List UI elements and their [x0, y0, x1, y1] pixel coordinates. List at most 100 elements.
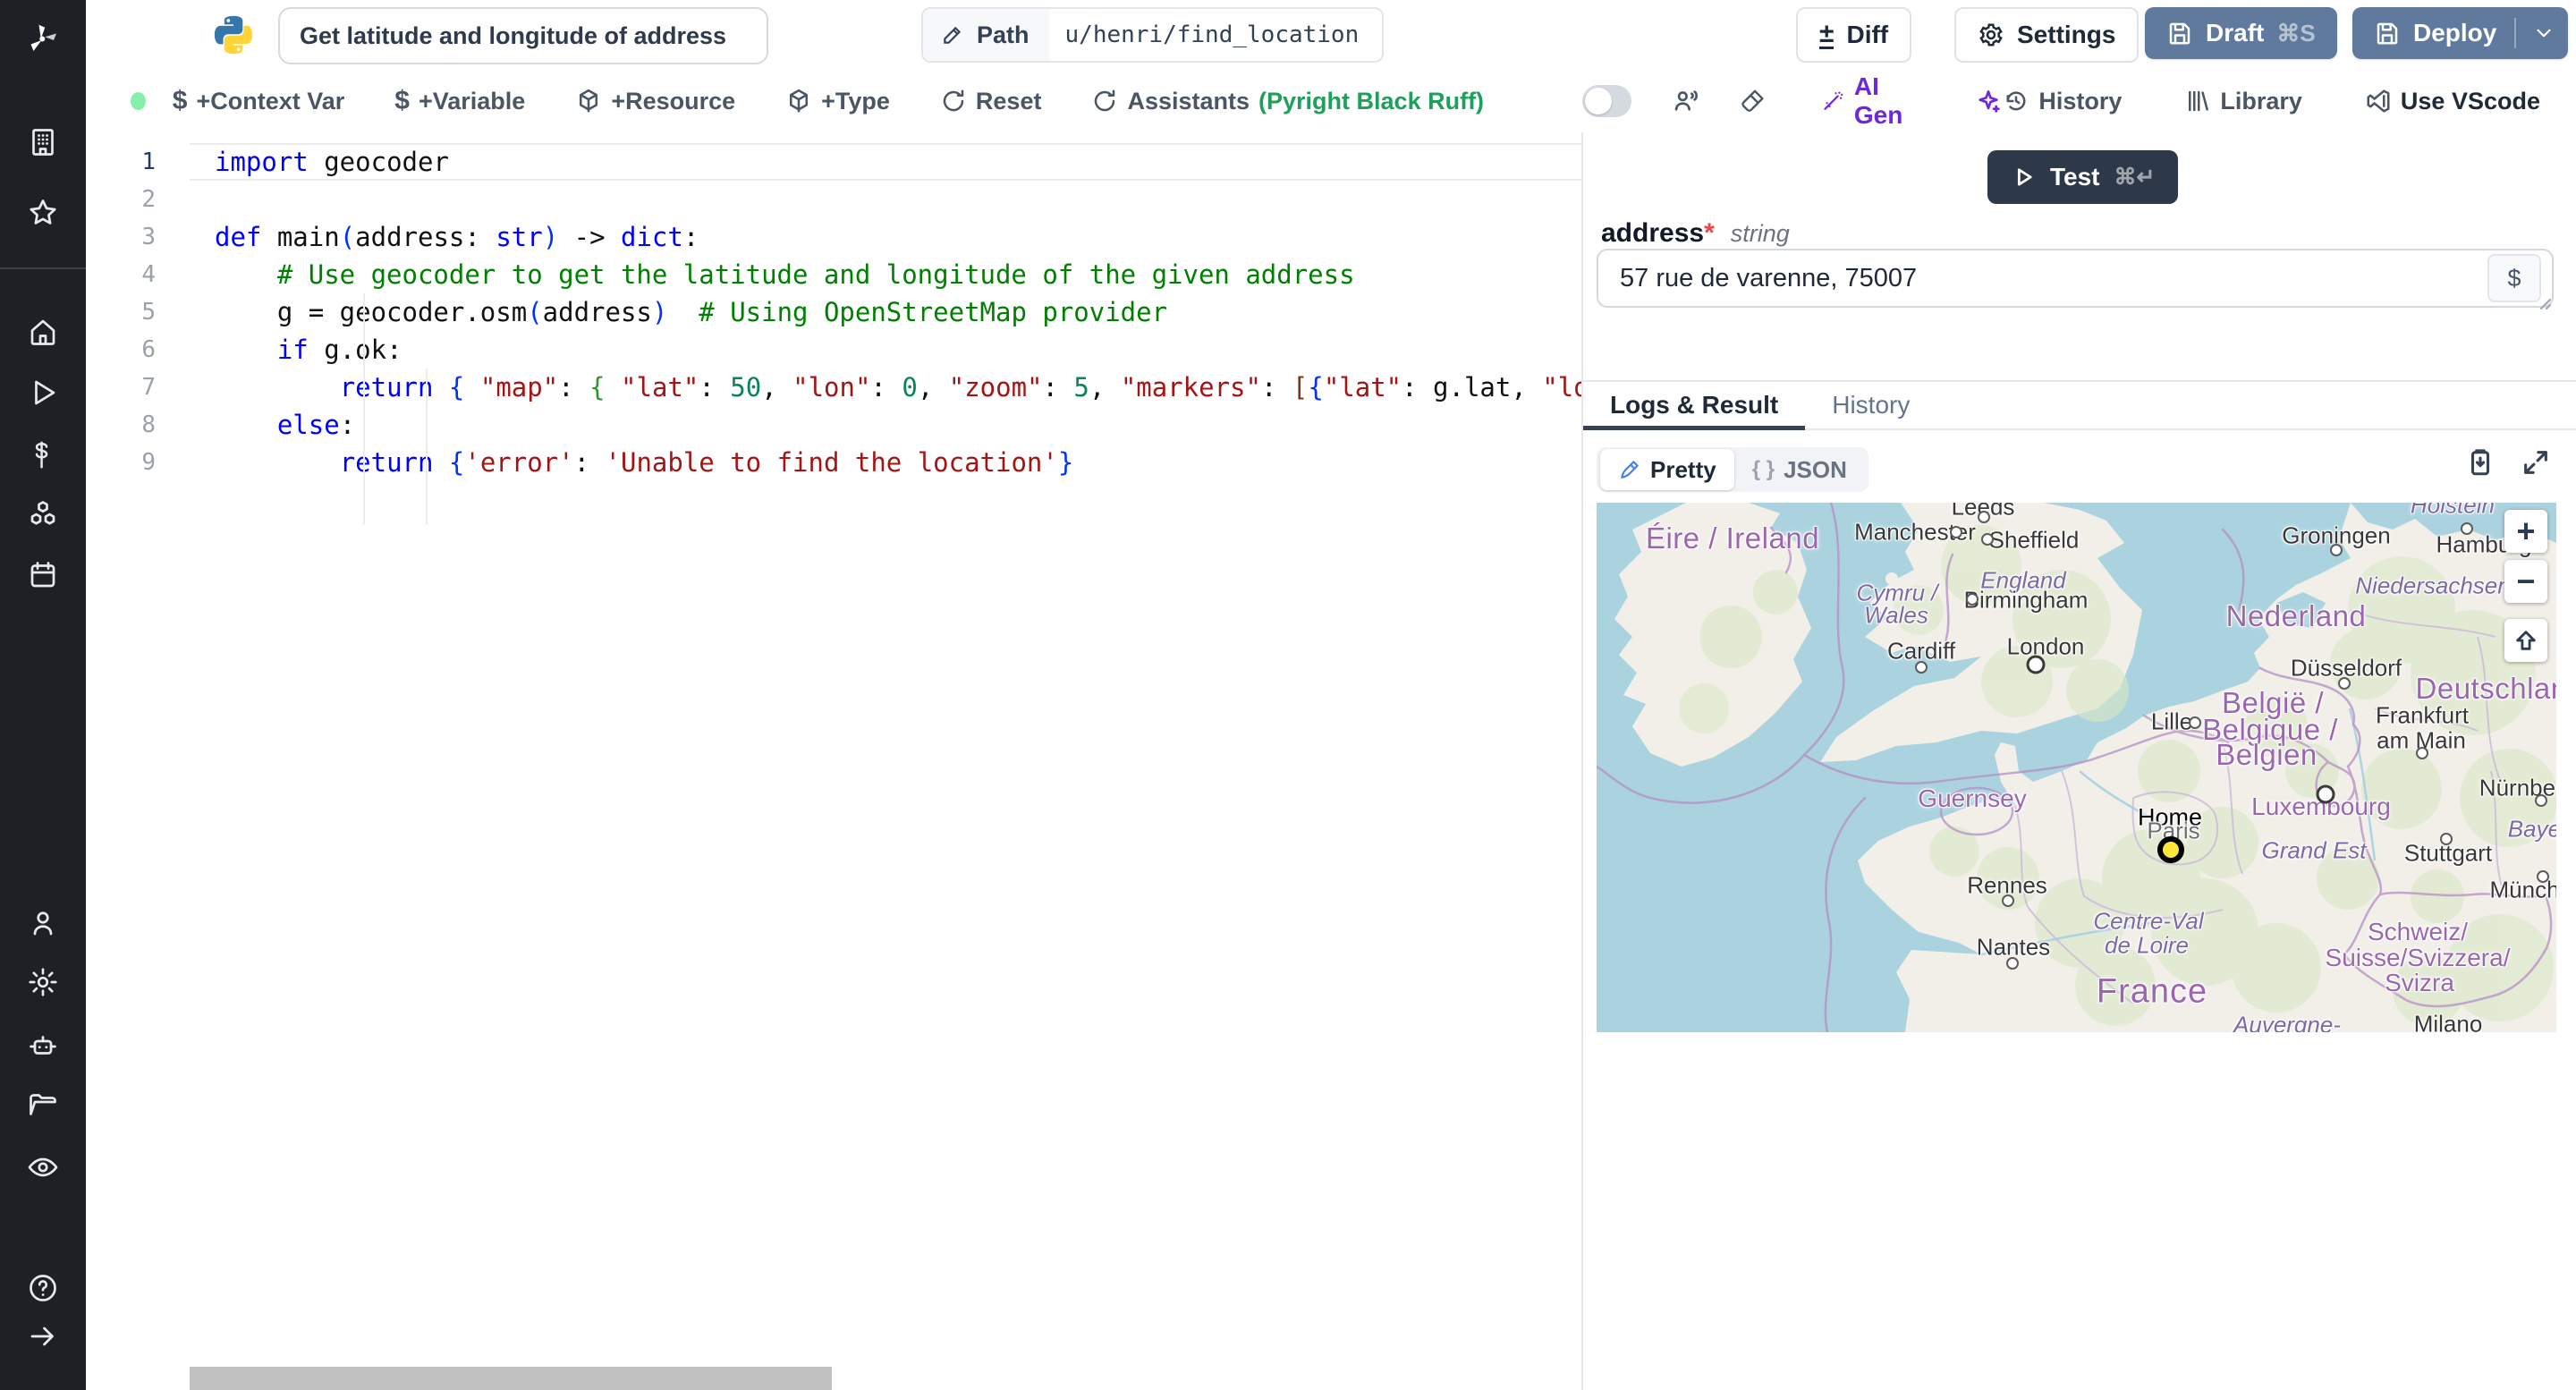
editor-horizontal-scrollbar[interactable]	[190, 1367, 832, 1390]
runs-icon[interactable]	[0, 371, 86, 414]
expand-fullscreen-icon[interactable]	[2521, 447, 2551, 478]
tab-history[interactable]: History	[1805, 382, 1936, 428]
save-icon	[2169, 22, 2190, 45]
code-token: (	[527, 297, 543, 327]
settings-label: Settings	[2017, 21, 2116, 48]
path-widget[interactable]: Path u/henri/find_location	[921, 7, 1385, 63]
code-editor[interactable]: 1 import geocoder 2 3 def main(address: str)…	[86, 132, 1581, 1390]
map-city-dot	[1966, 593, 1979, 606]
tab-logs-result[interactable]: Logs & Result	[1583, 382, 1806, 430]
map-zoom-in-button[interactable]: +	[2504, 510, 2547, 553]
user-icon[interactable]	[0, 902, 86, 945]
home-icon[interactable]	[0, 310, 86, 353]
expand-sidebar-arrow-icon[interactable]	[0, 1315, 86, 1358]
workers-icon[interactable]	[0, 1025, 86, 1068]
resources-icon[interactable]	[0, 493, 86, 536]
code-line[interactable]: 7 return { "map": { "lat": 50, "lon": 0,…	[86, 369, 1581, 406]
draft-button[interactable]: Draft ⌘S	[2145, 7, 2337, 59]
map-recenter-button[interactable]	[2504, 619, 2547, 662]
line-number: 4	[141, 261, 156, 288]
sidebar-divider	[0, 267, 86, 269]
map-city-dot	[2316, 784, 2335, 804]
indent-guide	[363, 293, 365, 524]
line-content: def main(address: str) -> dict:	[190, 218, 699, 256]
home-marker[interactable]	[2157, 836, 2184, 863]
code-line[interactable]: 2	[86, 181, 1581, 218]
code-line[interactable]: 1 import geocoder	[86, 143, 1581, 181]
assistants-button[interactable]: Assistants (Pyright Black Ruff)	[1091, 88, 1484, 115]
map-label: Éire / Ireland	[1645, 521, 1820, 555]
arg-required-star: *	[1704, 218, 1715, 248]
schedules-icon[interactable]	[0, 554, 86, 597]
code-line[interactable]: 5 g = geocoder.osm(address) # Using Open…	[86, 293, 1581, 331]
copy-clipboard-icon[interactable]	[2465, 447, 2496, 478]
library-button[interactable]: Library	[2184, 88, 2302, 115]
code-line[interactable]: 3 def main(address: str) -> dict:	[86, 218, 1581, 256]
use-vscode-button[interactable]: Use VScode	[2365, 88, 2540, 115]
code-line[interactable]: 6 if g.ok:	[86, 331, 1581, 369]
script-title-input[interactable]: Get latitude and longitude of address	[278, 7, 768, 64]
history-button[interactable]: History	[2003, 88, 2122, 115]
add-context-var-button[interactable]: $ +Context Var	[173, 86, 345, 116]
zoom-in-label: +	[2516, 513, 2536, 549]
pretty-toggle[interactable]: Pretty	[1600, 449, 1734, 490]
resize-handle-icon[interactable]	[2533, 292, 2551, 309]
json-label: JSON	[1784, 455, 1847, 483]
reset-button[interactable]: Reset	[940, 88, 1041, 115]
map-city-dot	[2338, 677, 2351, 690]
package-icon	[580, 89, 598, 113]
line-number: 3	[141, 224, 156, 250]
audit-eye-icon[interactable]	[0, 1146, 86, 1189]
dollar-icon: $	[394, 86, 410, 115]
test-kbd: ⌘↵	[2114, 165, 2156, 190]
multiplayer-toggle[interactable]	[1582, 85, 1632, 117]
address-input[interactable]: 57 rue de varenne, 75007 $	[1597, 249, 2554, 308]
diff-button[interactable]: ± Diff	[1796, 7, 1912, 63]
line-number: 9	[141, 449, 156, 476]
map-label: Guernsey	[1918, 784, 2027, 812]
folders-icon[interactable]	[0, 1083, 86, 1126]
script-title-value: Get latitude and longitude of address	[300, 21, 727, 49]
json-toggle[interactable]: { } JSON	[1734, 453, 1865, 487]
settings-button[interactable]: Settings	[1954, 7, 2140, 63]
deploy-dropdown[interactable]	[2514, 18, 2555, 48]
star-icon[interactable]	[0, 191, 86, 234]
variables-icon[interactable]	[0, 432, 86, 475]
add-variable-button[interactable]: $ +Variable	[394, 86, 525, 116]
map-label: de Loire	[2105, 931, 2189, 959]
code-token: {	[589, 372, 606, 403]
map-city-dot	[2416, 747, 2428, 759]
sparkles-icon[interactable]	[1974, 87, 2003, 115]
settings-gear-icon[interactable]	[0, 961, 86, 1004]
add-type-button[interactable]: +Type	[785, 88, 890, 115]
plus-minus-icon: ±	[1819, 18, 1835, 49]
map-zoom-out-button[interactable]: −	[2504, 560, 2547, 603]
windmill-logo[interactable]	[0, 9, 86, 66]
deploy-button[interactable]: Deploy	[2352, 7, 2569, 59]
vscode-icon	[2367, 89, 2390, 113]
library-label: Library	[2220, 87, 2302, 114]
add-resource-button[interactable]: +Resource	[575, 88, 735, 115]
collaborators-icon[interactable]	[1671, 87, 1699, 115]
code-token: :	[1042, 372, 1074, 403]
result-map[interactable]: LeedsManchesterSheffieldEnglandCymru /Wa…	[1597, 503, 2556, 1032]
map-city-dot	[1950, 526, 1962, 538]
code-line[interactable]: 4 # Use geocoder to get the latitude and…	[86, 256, 1581, 293]
code-line[interactable]: 8 else:	[86, 406, 1581, 444]
line-content	[190, 181, 215, 218]
code-line[interactable]: 9 return {'error': 'Unable to find the l…	[86, 444, 1581, 481]
ai-gen-button[interactable]: AI Gen	[1821, 72, 1920, 130]
code-token: "lat"	[621, 372, 699, 403]
refresh-icon	[1095, 89, 1115, 112]
building-icon[interactable]	[0, 121, 86, 164]
result-actions	[2465, 447, 2551, 478]
magic-wand-icon	[1824, 91, 1843, 110]
help-icon[interactable]	[0, 1267, 86, 1309]
test-button[interactable]: Test ⌘↵	[1987, 150, 2179, 204]
deploy-label: Deploy	[2413, 19, 2497, 47]
map-city-dot	[2026, 655, 2046, 674]
code-token: import	[215, 147, 309, 177]
format-brush-icon[interactable]	[1739, 87, 1767, 115]
